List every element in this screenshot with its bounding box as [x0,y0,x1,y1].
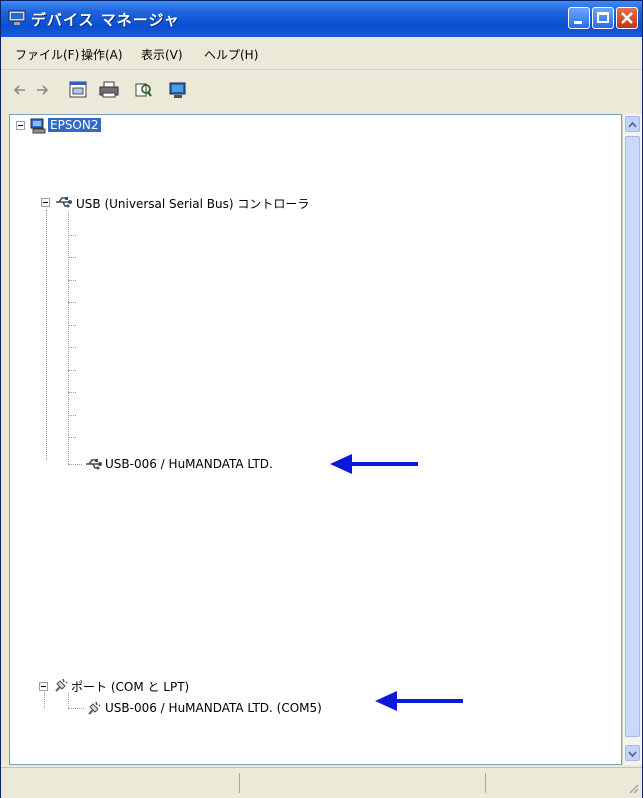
tree-line [68,464,82,465]
vertical-scrollbar[interactable] [622,114,642,765]
tree-line [44,692,45,708]
tree-line [68,708,84,709]
device-manager-window: デバイス マネージャ ファイル(F) 操作(A) 表示(V) ヘルプ(H) EP… [0,0,643,798]
arrow-left-icon [375,691,463,711]
port-plug-icon [55,678,68,692]
title-bar[interactable]: デバイス マネージャ [1,1,642,37]
collapse-ports-toggle[interactable] [39,682,48,691]
port-plug-icon [88,701,101,715]
scroll-thumb[interactable] [625,136,640,737]
device-manager-icon [8,10,26,25]
scroll-up-button[interactable] [625,116,640,132]
close-button[interactable] [616,7,638,29]
maximize-icon [597,12,609,23]
properties-icon[interactable] [69,81,87,98]
toolbar [1,70,642,114]
collapse-usb-toggle[interactable] [41,198,50,207]
tree-ports[interactable]: ポート (COM と LPT) [71,678,189,695]
status-divider [485,773,486,793]
menu-view[interactable]: 表示(V) [141,46,183,63]
minimize-button[interactable] [568,7,590,29]
tree-line [68,415,76,416]
tree-line [68,280,76,281]
tree-line [68,370,76,371]
arrow-left-icon [330,454,418,474]
chevron-down-icon [628,751,637,758]
tree-usb-device[interactable]: USB-006 / HuMANDATA LTD. [105,457,273,471]
menu-bar: ファイル(F) 操作(A) 表示(V) ヘルプ(H) [1,37,642,70]
computer-icon [30,118,46,134]
tree-line [68,325,76,326]
menu-file[interactable]: ファイル(F) [15,46,79,63]
usb-icon [86,459,102,470]
status-bar [1,767,642,798]
menu-action[interactable]: 操作(A) [81,46,123,63]
close-icon [621,12,633,24]
scan-hardware-icon[interactable] [134,81,152,99]
tree-line [68,693,69,708]
scroll-down-button[interactable] [625,745,640,761]
tree-line [68,347,76,348]
maximize-button[interactable] [592,7,614,29]
tree-line [68,437,76,438]
window-title: デバイス マネージャ [31,11,180,29]
tree-usb-controller[interactable]: USB (Universal Serial Bus) コントローラ [76,195,309,212]
tree-line [68,257,76,258]
computer-icon[interactable] [169,81,187,99]
tree-root-epson2[interactable]: EPSON2 [48,118,101,132]
chevron-up-icon [628,121,637,128]
tree-line [68,302,76,303]
back-arrow-icon[interactable] [13,83,27,97]
print-icon[interactable] [99,81,119,98]
tree-line [68,235,76,236]
resize-grip-icon[interactable] [627,782,639,794]
status-divider [239,773,240,793]
forward-arrow-icon[interactable] [35,83,49,97]
tree-line [46,210,47,460]
device-tree[interactable]: EPSON2 USB (Universal Serial Bus) コントローラ [9,114,622,765]
tree-line [68,211,69,464]
tree-port-device[interactable]: USB-006 / HuMANDATA LTD. (COM5) [105,701,322,715]
minimize-icon [574,21,582,24]
menu-help[interactable]: ヘルプ(H) [204,46,258,63]
tree-line [68,392,76,393]
collapse-root-toggle[interactable] [16,121,25,130]
usb-icon [56,197,72,208]
